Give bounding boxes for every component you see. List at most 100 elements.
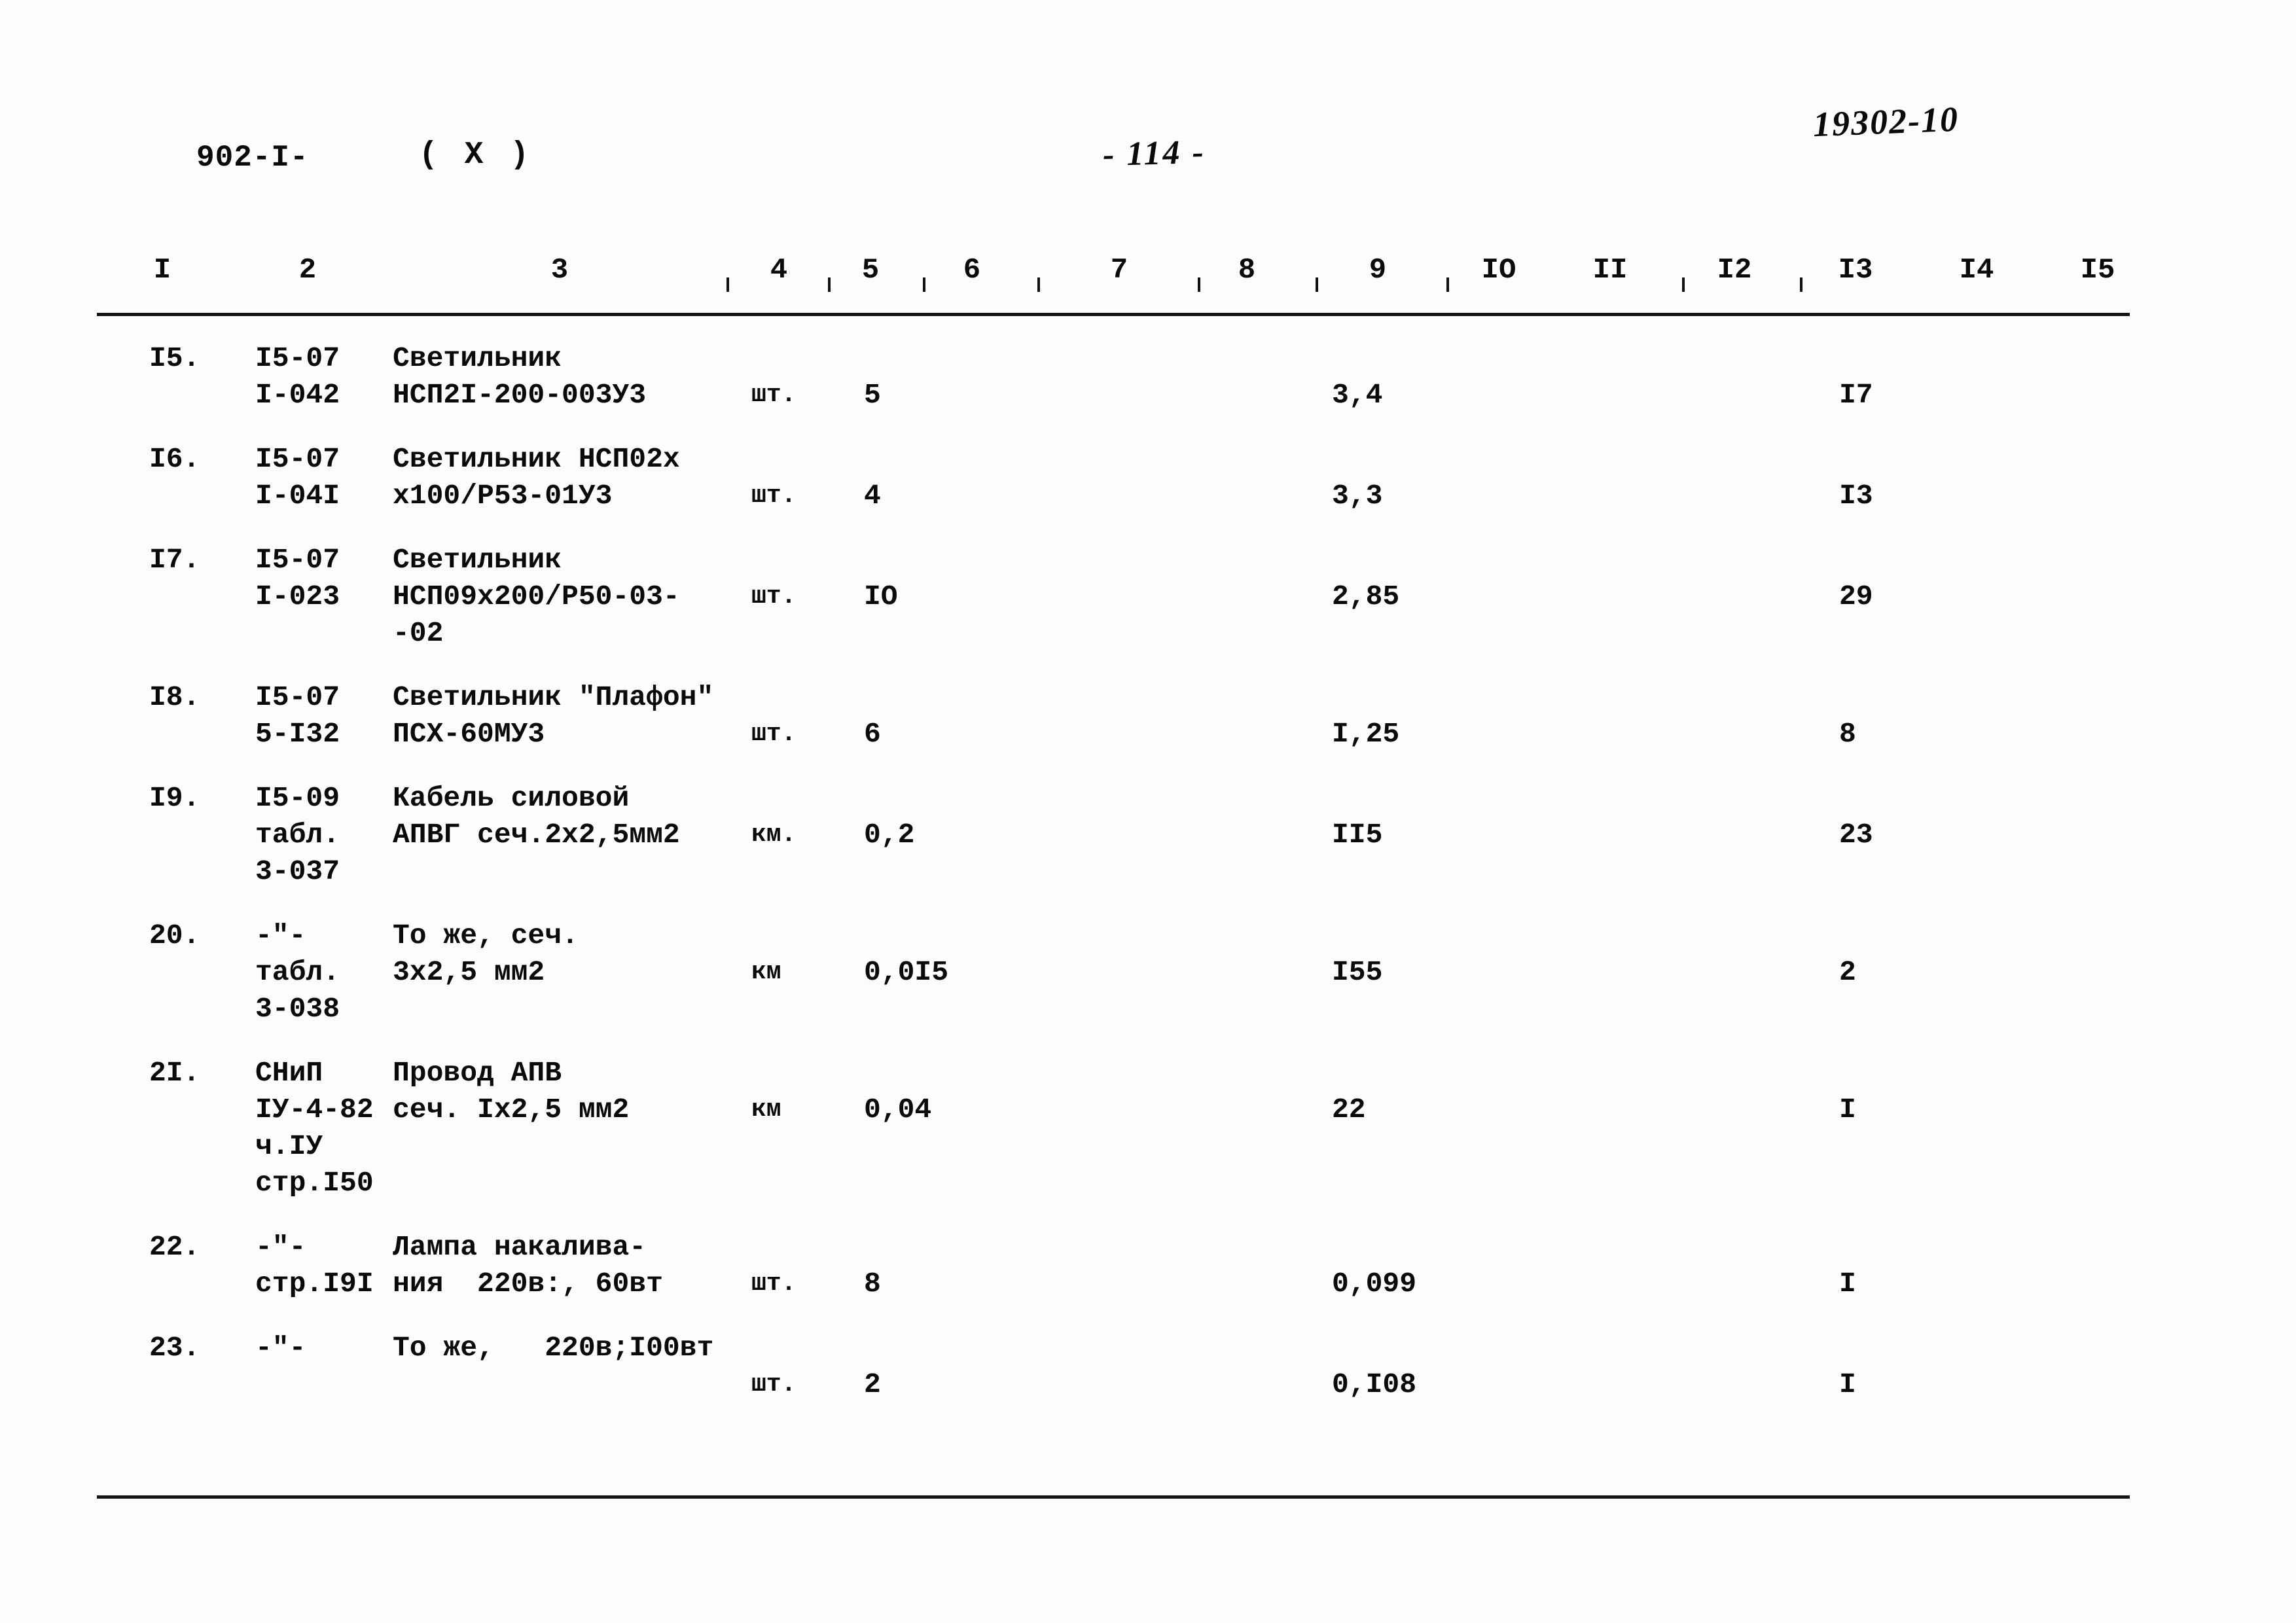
unit-of-measure: шт.: [751, 1270, 797, 1298]
column-separator-tick: [923, 277, 925, 292]
unit-price: 0,099: [1332, 1268, 1417, 1300]
item-name: Кабель силовой АПВГ сеч.2х2,5мм2: [393, 782, 680, 851]
column-number-15: I5: [2080, 254, 2115, 287]
column-separator-tick: [726, 277, 729, 292]
item-name: То же, 220в;I00вт: [393, 1332, 714, 1364]
row-number: I7.: [149, 544, 200, 576]
document-code: 902-I-: [196, 141, 309, 175]
table-row: 20. -"- табл. 3-038 То же, сеч. 3х2,5 мм2 км 0,…: [0, 918, 2296, 1055]
column-number-header: I 2 3 4 5 6 7 8 9 IO II I2 I3 I4 I5: [0, 254, 2296, 300]
unit-of-measure: шт.: [751, 582, 797, 611]
item-name: Светильник НСП09х200/Р50-03- -02: [393, 544, 680, 649]
total-cost: I3: [1839, 480, 1873, 512]
column-separator-tick: [1037, 277, 1040, 292]
table-bottom-rule: [97, 1495, 2130, 1499]
unit-of-measure: км: [751, 958, 781, 986]
item-name: Светильник НСП2I-200-003У3: [393, 342, 647, 411]
row-number: I9.: [149, 782, 200, 814]
specification-table-body: I5. I5-07 I-042 Светильник НСП2I-200-003У3 шт…: [0, 340, 2296, 1400]
table-row: I9. I5-09 табл. 3-037 Кабель силовой АПВГ сеч…: [0, 780, 2296, 918]
table-row: 2I. СНиП IУ-4-82 ч.IУ стр.I50 Провод АПВ сеч. …: [0, 1055, 2296, 1229]
table-row: 23. -"- То же, 220в;I00вт шт. 2 0,I08 I: [0, 1330, 2296, 1400]
item-name: Светильник НСП02х х100/Р53-01У3: [393, 443, 680, 512]
quantity: 8: [864, 1268, 881, 1300]
total-cost: I: [1839, 1268, 1856, 1300]
unit-of-measure: шт.: [751, 381, 797, 409]
column-number-7: 7: [1110, 254, 1128, 287]
total-cost: 2: [1839, 956, 1856, 988]
norm-code: I5-09 табл. 3-037: [255, 782, 340, 887]
quantity: 5: [864, 379, 881, 411]
norm-code: I5-07 5-I32: [255, 681, 340, 750]
unit-of-measure: км: [751, 1096, 781, 1124]
column-number-1: I: [153, 254, 171, 287]
norm-code: СНиП IУ-4-82 ч.IУ стр.I50: [255, 1057, 374, 1199]
unit-of-measure: км.: [751, 821, 797, 849]
quantity: 0,04: [864, 1094, 932, 1126]
column-number-12: I2: [1717, 254, 1752, 287]
column-separator-tick: [1682, 277, 1685, 292]
column-number-10: IO: [1481, 254, 1516, 287]
norm-code: I5-07 I-04I: [255, 443, 340, 512]
table-top-rule: [97, 313, 2130, 316]
table-row: I7. I5-07 I-023 Светильник НСП09х200/Р50-03-…: [0, 542, 2296, 679]
table-row: 22. -"- стр.I9I Лампа накалива-ния 220в:, 6…: [0, 1229, 2296, 1330]
column-number-6: 6: [963, 254, 981, 287]
row-number: 20.: [149, 919, 200, 952]
unit-price: 3,4: [1332, 379, 1383, 411]
total-cost: 29: [1839, 580, 1873, 613]
norm-code: -"-: [255, 1332, 306, 1364]
column-separator-tick: [1446, 277, 1449, 292]
column-number-5: 5: [861, 254, 880, 287]
total-cost: I7: [1839, 379, 1873, 411]
unit-price: 3,3: [1332, 480, 1383, 512]
quantity: 6: [864, 718, 881, 750]
column-number-3: 3: [550, 254, 569, 287]
row-number: I8.: [149, 681, 200, 713]
row-number: 23.: [149, 1332, 200, 1364]
unit-of-measure: шт.: [751, 482, 797, 510]
column-number-4: 4: [770, 254, 788, 287]
item-name: Лампа накалива-ния 220в:, 60вт: [393, 1231, 663, 1300]
column-separator-tick: [1800, 277, 1803, 292]
table-row: I5. I5-07 I-042 Светильник НСП2I-200-003У3 шт…: [0, 340, 2296, 441]
unit-price: 0,I08: [1332, 1368, 1417, 1400]
norm-code: I5-07 I-042: [255, 342, 340, 411]
total-cost: 23: [1839, 819, 1873, 851]
quantity: IO: [864, 580, 898, 613]
unit-price: I,25: [1332, 718, 1400, 750]
column-number-2: 2: [298, 254, 317, 287]
norm-code: -"- стр.I9I: [255, 1231, 374, 1300]
total-cost: I: [1839, 1368, 1856, 1400]
unit-of-measure: шт.: [751, 1370, 797, 1399]
table-row: I6. I5-07 I-04I Светильник НСП02х х100/Р53-0…: [0, 441, 2296, 542]
column-number-14: I4: [1959, 254, 1994, 287]
item-name: Светильник "Плафон" ПСХ-60МУ3: [393, 681, 714, 750]
quantity: 4: [864, 480, 881, 512]
quantity: 2: [864, 1368, 881, 1400]
row-number: I5.: [149, 342, 200, 374]
column-number-9: 9: [1369, 254, 1387, 287]
row-number: 22.: [149, 1231, 200, 1263]
norm-code: I5-07 I-023: [255, 544, 340, 613]
total-cost: 8: [1839, 718, 1856, 750]
unit-price: 2,85: [1332, 580, 1400, 613]
unit-price: II5: [1332, 819, 1383, 851]
unit-of-measure: шт.: [751, 720, 797, 748]
quantity: 0,2: [864, 819, 915, 851]
page-number-handwritten: - 114 -: [1102, 133, 1206, 174]
variant-mark: ( Х ): [419, 137, 533, 173]
column-separator-tick: [1198, 277, 1200, 292]
scanned-document-page: 902-I- ( Х ) - 114 - 19302-10 I23456789I…: [0, 0, 2296, 1623]
unit-price: I55: [1332, 956, 1383, 988]
column-separator-tick: [828, 277, 831, 292]
total-cost: I: [1839, 1094, 1856, 1126]
unit-price: 22: [1332, 1094, 1366, 1126]
column-separator-tick: [1316, 277, 1318, 292]
column-number-8: 8: [1238, 254, 1256, 287]
item-name: Провод АПВ сеч. Iх2,5 мм2: [393, 1057, 630, 1126]
column-number-13: I3: [1838, 254, 1873, 287]
sheet-code-handwritten: 19302-10: [1812, 99, 1960, 145]
norm-code: -"- табл. 3-038: [255, 919, 340, 1025]
item-name: То же, сеч. 3х2,5 мм2: [393, 919, 579, 988]
